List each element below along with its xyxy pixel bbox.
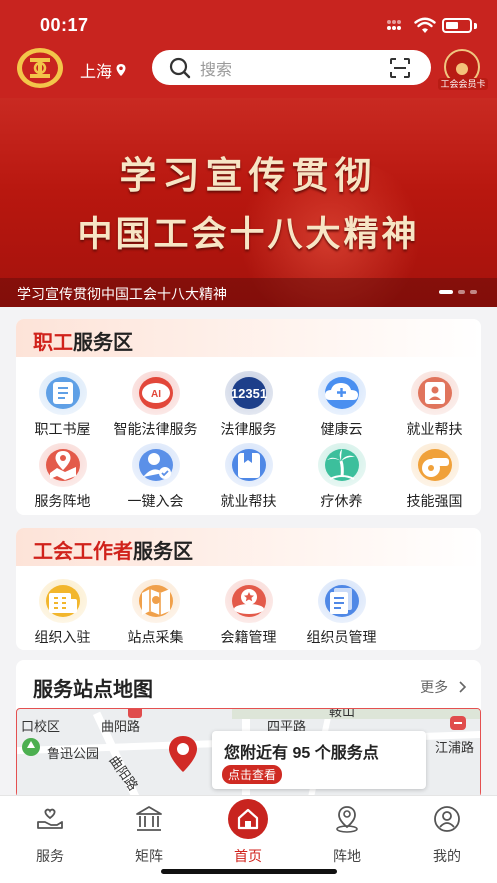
staff-service-header: 职工服务区 [16,319,481,357]
staff-service-item-label: 职工书屋 [34,421,91,437]
staff-service-item[interactable]: 12351 法律服务 [202,371,295,439]
home-indicator [161,869,337,874]
pager-dot-active [439,290,453,294]
staff-service-item[interactable]: 技能强国 [388,443,481,511]
banner-headline-2: 中国工会十八大精神 [77,214,420,255]
status-bar: 00:17 [0,0,497,50]
tab-mine[interactable]: 我的 [412,804,482,866]
metro-icon [128,709,142,718]
banner-pager [439,290,477,294]
staff-service-item[interactable]: 疗休养 [295,443,388,511]
park-icon [22,738,40,756]
worker-service-card: 工会工作者服务区 组织入驻 站点采集 会籍管理 组织员管理 [16,528,481,650]
staff-service-item-label: 一键入会 [127,493,184,509]
wifi-icon [414,17,436,33]
cloud-plus-icon [316,371,368,415]
more-link[interactable]: 更多 [420,677,468,697]
nearby-count-text: 您附近有 95 个服务点 [224,745,379,762]
status-time: 00:17 [40,15,89,35]
member-badge-icon [223,579,275,623]
chevron-right-icon [459,681,467,693]
battery-tip [474,23,477,29]
palm-tree-icon [316,443,368,487]
tab-position[interactable]: 阵地 [312,804,382,866]
whistle-icon [409,443,461,487]
bookmark-book-icon [223,443,275,487]
pager-dot [458,290,465,294]
city-name: 上海 [80,64,113,81]
staff-service-item-label: 服务阵地 [34,493,91,509]
person-check-icon [130,443,182,487]
banner-caption: 学习宣传贯彻中国工会十八大精神 [17,286,227,302]
city-selector[interactable]: 上海 [80,58,127,82]
user-icon [434,806,460,832]
staff-service-item[interactable]: AI 智能法律服务 [109,371,202,439]
staff-service-item-label: 健康云 [320,421,363,437]
hero-banner[interactable]: 学习宣传贯彻 中国工会十八大精神 学习宣传贯彻中国工会十八大精神 [0,98,497,307]
staff-service-item-label: 就业帮扶 [220,493,277,509]
hotline-12351-icon: 12351 [223,371,275,415]
book-icon [37,371,89,415]
union-logo-icon[interactable] [16,47,64,89]
member-card-button[interactable]: 工会会员卡 [438,49,488,93]
folded-map-icon [130,579,182,623]
tab-home[interactable]: 首页 [213,799,283,866]
worker-service-item-label: 站点采集 [127,629,184,645]
map-section-title: 服务站点地图 [33,679,153,701]
staff-service-item[interactable]: 就业帮扶 [388,371,481,439]
home-icon [228,799,268,839]
staff-service-item-label: 疗休养 [320,493,363,509]
scan-icon[interactable] [389,57,411,79]
map-pin-icon [37,443,89,487]
staff-service-item[interactable]: 职工书屋 [16,371,109,439]
building-icon [37,579,89,623]
search-bar[interactable]: 搜索 [152,50,431,85]
ai-legal-icon: AI [130,371,182,415]
staff-service-item-label: 智能法律服务 [113,421,198,437]
banner-caption-bar: 学习宣传贯彻中国工会十八大精神 [0,278,497,307]
worker-service-item[interactable]: 组织员管理 [295,579,388,647]
member-card-label: 工会会员卡 [438,78,488,90]
worker-service-item[interactable]: 站点采集 [109,579,202,647]
staff-service-item-label: 技能强国 [406,493,463,509]
worker-service-item-label: 组织入驻 [34,629,91,645]
app-header: 00:17 上海 搜索 工会会员卡 [0,0,497,98]
worker-service-item[interactable]: 会籍管理 [202,579,295,647]
tab-matrix[interactable]: 矩阵 [114,804,184,866]
service-map[interactable]: 口校区 曲阳路 鲁迅公园 曲阳路 四平路 江浦路 鞍山 您附近有 95 个服务点… [16,708,481,800]
worker-service-item-label: 组织员管理 [306,629,377,645]
map-marker-icon[interactable] [167,735,199,773]
staff-service-item[interactable]: 健康云 [295,371,388,439]
staff-service-item[interactable]: 一键入会 [109,443,202,511]
staff-service-card: 职工服务区 职工书屋 AI 智能法律服务 12351 法律服务 健康云 就业帮扶 服务阵地 一键… [16,319,481,515]
section-title: 职工服务区 [33,332,133,354]
location-person-icon [336,806,358,833]
staff-service-item-label: 法律服务 [220,421,277,437]
station-map-card: 服务站点地图 更多 口校区 曲阳路 鲁迅公园 曲阳路 四平路 江浦路 鞍山 您附… [16,660,481,800]
worker-service-item-label: 会籍管理 [220,629,277,645]
location-pin-icon [116,64,126,76]
search-icon [169,57,191,78]
search-placeholder: 搜索 [200,61,233,79]
worker-service-header: 工会工作者服务区 [16,528,481,566]
staff-service-item[interactable]: 就业帮扶 [202,443,295,511]
worker-service-item[interactable]: 组织入驻 [16,579,109,647]
nearby-stations-popup[interactable]: 您附近有 95 个服务点 点击查看 [212,731,426,789]
document-stack-icon [316,579,368,623]
bank-icon [136,806,162,831]
svg-text:12351: 12351 [230,386,266,401]
staff-service-item[interactable]: 服务阵地 [16,443,109,511]
tab-service[interactable]: 服务 [15,804,85,866]
resume-icon [409,371,461,415]
cellular-signal-icon [387,20,407,34]
svg-text:AI: AI [151,389,161,400]
metro-icon [450,716,466,730]
battery-icon [442,18,472,33]
view-stations-button[interactable]: 点击查看 [222,765,283,784]
banner-headline-1: 学习宣传贯彻 [119,153,378,197]
staff-service-item-label: 就业帮扶 [406,421,463,437]
section-title: 工会工作者服务区 [33,541,193,563]
pager-dot [470,290,477,294]
hand-heart-icon [37,808,63,829]
